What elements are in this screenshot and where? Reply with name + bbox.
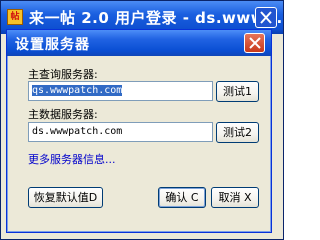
test-data-server-button[interactable]: 测试2 [216, 122, 259, 143]
dialog-title: 设置服务器 [15, 37, 90, 53]
dialog-titlebar[interactable]: 设置服务器 [7, 30, 271, 56]
data-server-label: 主数据服务器: [28, 108, 98, 121]
test-query-server-button[interactable]: 测试1 [216, 81, 259, 102]
dialog-close-button[interactable] [244, 33, 265, 53]
outer-close-button[interactable] [255, 7, 277, 28]
query-server-value: qs.wwwpatch.com [32, 85, 123, 96]
close-icon [260, 11, 272, 24]
restore-defaults-button[interactable]: 恢复默认值D [28, 187, 103, 208]
query-server-label: 主查询服务器: [28, 68, 98, 81]
data-server-input[interactable]: ds.wwwpatch.com [28, 122, 213, 142]
ok-button[interactable]: 确认 C [158, 187, 206, 208]
more-server-info-link[interactable]: 更多服务器信息... [28, 151, 116, 167]
close-icon [249, 37, 261, 49]
outer-window-title: 来一帖 2.0 用户登录 - ds.www... [29, 9, 283, 27]
cancel-button[interactable]: 取消 X [211, 187, 259, 208]
server-settings-dialog: 设置服务器 主查询服务器: qs.wwwpatch.com 测试1 主数据服务器… [6, 29, 272, 233]
app-icon: 帖 [7, 9, 23, 25]
query-server-input[interactable]: qs.wwwpatch.com [28, 81, 213, 101]
